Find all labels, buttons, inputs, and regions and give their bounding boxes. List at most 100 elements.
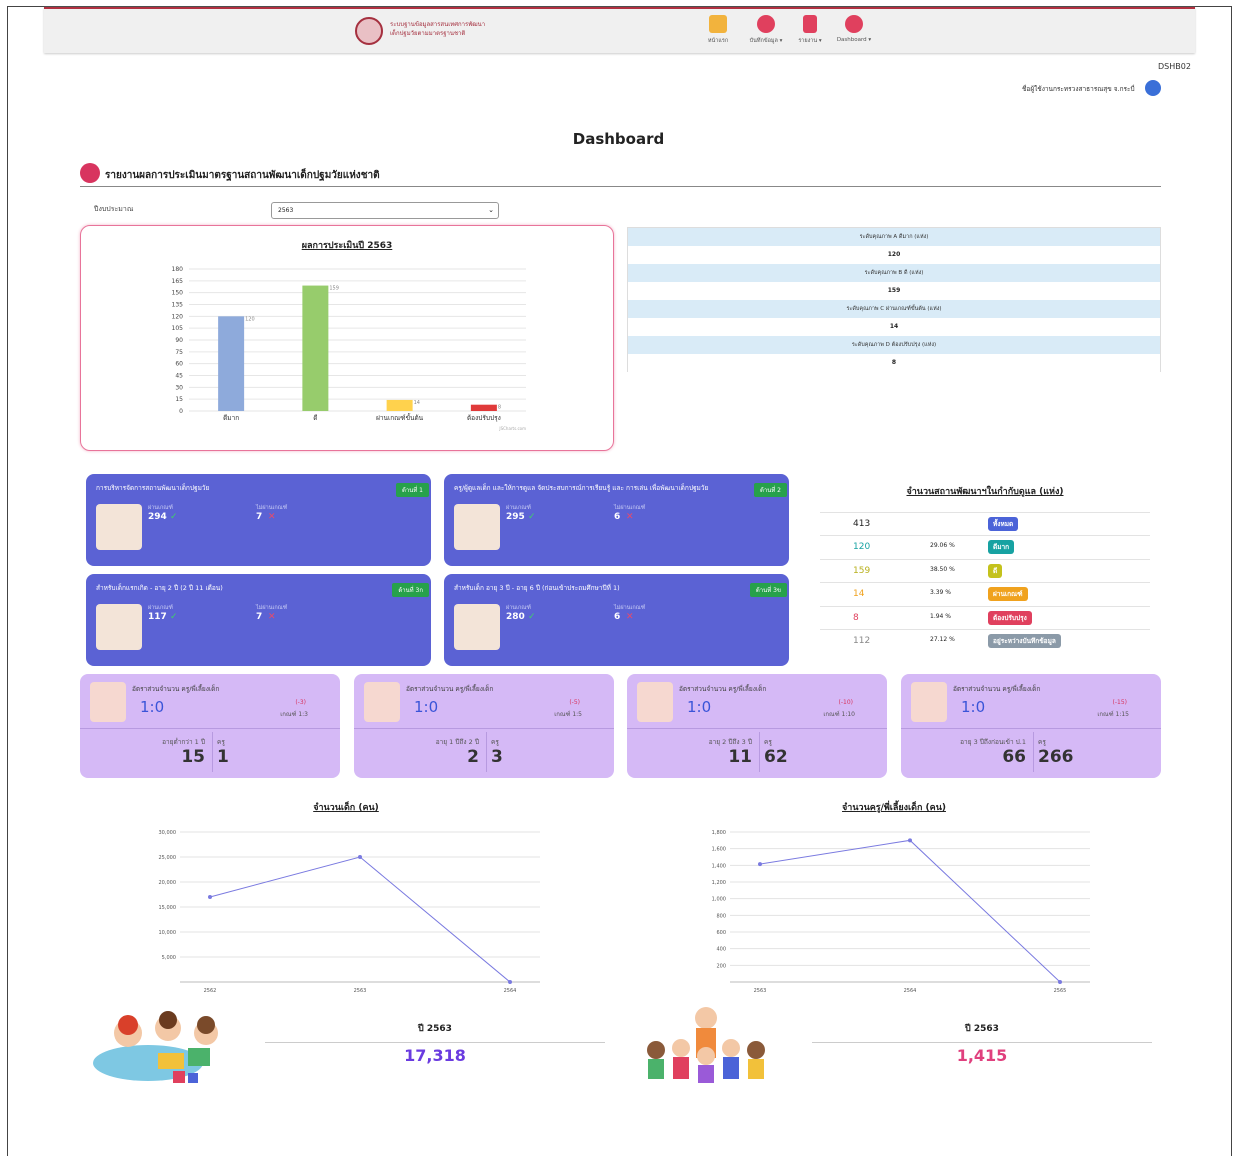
bar[interactable] bbox=[302, 285, 329, 411]
domain-title: สำหรับเด็ก อายุ 3 ปี - อายุ 6 ปี (ก่อนเข… bbox=[454, 584, 620, 592]
fiscal-year-label: ปีงบประมาณ bbox=[94, 205, 134, 213]
child-avatar-icon bbox=[96, 504, 142, 550]
ratio-divider bbox=[80, 728, 340, 729]
home-icon bbox=[709, 15, 727, 33]
y-tick-label: 1,400 bbox=[712, 863, 726, 869]
child-avatar-icon bbox=[364, 682, 400, 722]
series-line bbox=[209, 856, 511, 983]
ratio-standard: เกณฑ์ 1:5 bbox=[554, 711, 582, 718]
pass-value: 280 bbox=[506, 612, 525, 622]
system-name: ระบบฐานข้อมูลสารสนเทศการพัฒนา เด็กปฐมวัย… bbox=[390, 20, 540, 38]
child-avatar-icon bbox=[454, 604, 500, 650]
domain-card[interactable]: สำหรับเด็ก อายุ 3 ปี - อายุ 6 ปี (ก่อนเข… bbox=[444, 574, 789, 666]
page-title: Dashboard bbox=[572, 130, 665, 148]
fail-label: ไม่ผ่านเกณฑ์ bbox=[614, 505, 646, 511]
y-tick-label: 800 bbox=[716, 913, 726, 919]
nav-record[interactable]: บันทึกข้อมูล ▾ bbox=[744, 15, 788, 45]
x-tick-label: 2563 bbox=[754, 988, 767, 994]
kids-chart-title: จำนวนเด็ก (คน) bbox=[313, 803, 379, 813]
domain-badge: ด้านที่ 3ข bbox=[749, 583, 787, 597]
ratio-card: อัตราส่วนจำนวน ครู/พี่เลี้ยงเด็ก 1:0 (-5) เ… bbox=[354, 674, 614, 778]
count-row: 413 ทั้งหมด bbox=[820, 512, 1150, 535]
y-tick-label: 15 bbox=[175, 396, 183, 403]
y-tick-label: 5,000 bbox=[162, 955, 176, 961]
bar[interactable] bbox=[470, 404, 497, 411]
y-tick-label: 105 bbox=[172, 325, 184, 332]
nav-dashboard[interactable]: Dashboard ▾ bbox=[832, 15, 876, 43]
child-avatar-icon bbox=[911, 682, 947, 722]
fail-label: ไม่ผ่านเกณฑ์ bbox=[256, 605, 288, 611]
user-name[interactable]: ชื่อผู้ใช้งานกระทรวงสาธารณสุข จ.กระบี่ bbox=[1022, 84, 1135, 94]
teachers-year-label: ปี 2563 bbox=[965, 1024, 999, 1034]
y-tick-label: 45 bbox=[175, 373, 183, 380]
domain-card[interactable]: การบริหารจัดการสถานพัฒนาเด็กปฐมวัย ด้านที… bbox=[86, 474, 431, 566]
fiscal-year-select[interactable]: 2563 ⌄ bbox=[271, 202, 499, 219]
status-badge[interactable]: ดีมาก bbox=[988, 540, 1015, 555]
y-tick-label: 200 bbox=[716, 963, 726, 969]
fail-value: 7 bbox=[256, 512, 263, 522]
nav-report[interactable]: รายงาน ▾ bbox=[788, 15, 832, 45]
bar[interactable] bbox=[386, 399, 413, 411]
kids-count: 15 bbox=[181, 747, 205, 767]
domain-card[interactable]: สำหรับเด็กแรกเกิด - อายุ 2 ปี (2 ปี 11 เ… bbox=[86, 574, 431, 666]
count-row: 14 3.39 % ผ่านเกณฑ์ bbox=[820, 582, 1150, 605]
data-point[interactable] bbox=[758, 862, 762, 867]
ratio-title: อัตราส่วนจำนวน ครู/พี่เลี้ยงเด็ก bbox=[132, 685, 220, 693]
y-tick-label: 60 bbox=[175, 361, 183, 368]
count-number: 8 bbox=[853, 612, 859, 623]
status-badge[interactable]: ผ่านเกณฑ์ bbox=[988, 587, 1028, 602]
fail-value: 6 bbox=[614, 512, 621, 522]
section-header: รายงานผลการประเมินมาตรฐานสถานพัฒนาเด็กปฐ… bbox=[80, 163, 1161, 187]
count-number: 159 bbox=[853, 565, 871, 576]
status-badge[interactable]: ต้องปรับปรุง bbox=[988, 610, 1032, 625]
nav-home[interactable]: หน้าแรก bbox=[696, 15, 740, 45]
x-category-label: ดี bbox=[313, 414, 317, 422]
ratio-standard: เกณฑ์ 1:3 bbox=[280, 711, 308, 718]
ratio-value: 1:0 bbox=[140, 698, 165, 716]
pass-check-icon: ✓ bbox=[528, 612, 536, 622]
report-icon bbox=[803, 15, 817, 33]
user-avatar-icon[interactable] bbox=[1145, 80, 1161, 96]
quality-value: 14 bbox=[628, 318, 1160, 336]
ratio-title: อัตราส่วนจำนวน ครู/พี่เลี้ยงเด็ก bbox=[953, 685, 1041, 693]
kids-count: 66 bbox=[1002, 747, 1026, 767]
ratio-card: อัตราส่วนจำนวน ครู/พี่เลี้ยงเด็ก 1:0 (-10)… bbox=[627, 674, 887, 778]
data-point[interactable] bbox=[358, 855, 362, 859]
fail-value: 7 bbox=[256, 612, 263, 622]
y-tick-label: 150 bbox=[172, 290, 184, 297]
status-badge[interactable]: อยู่ระหว่างบันทึกข้อมูล bbox=[988, 634, 1061, 648]
count-percent: 29.06 % bbox=[930, 542, 955, 550]
pass-check-icon: ✓ bbox=[170, 512, 178, 522]
teacher-count: 62 bbox=[764, 747, 788, 767]
x-category-label: ผ่านเกณฑ์ขั้นต้น bbox=[376, 413, 424, 422]
ratio-divider bbox=[901, 728, 1161, 729]
x-tick-label: 2565 bbox=[1054, 988, 1067, 994]
domain-card[interactable]: ครู/ผู้ดูแลเด็ก และให้การดูแล จัดประสบกา… bbox=[444, 474, 789, 566]
status-badge[interactable]: ทั้งหมด bbox=[988, 517, 1019, 531]
ministry-logo[interactable] bbox=[355, 17, 383, 45]
domain-badge: ด้านที่ 3ก bbox=[392, 583, 429, 597]
kids-divider bbox=[265, 1042, 605, 1043]
domain-badge: ด้านที่ 2 bbox=[753, 483, 787, 497]
status-badge[interactable]: ดี bbox=[988, 563, 1003, 578]
ratio-card: อัตราส่วนจำนวน ครู/พี่เลี้ยงเด็ก 1:0 (-3) เ… bbox=[80, 674, 340, 778]
data-point[interactable] bbox=[908, 838, 912, 843]
count-row: 8 1.94 % ต้องปรับปรุง bbox=[820, 605, 1150, 629]
data-point[interactable] bbox=[508, 980, 512, 984]
children-group-illustration bbox=[647, 1007, 765, 1083]
pie-chart-icon bbox=[845, 15, 863, 33]
bar[interactable] bbox=[218, 316, 245, 411]
fiscal-year-value: 2563 bbox=[278, 207, 294, 214]
ratio-vdivider bbox=[212, 732, 213, 772]
teachers-line-chart: 200 400 600 800 1,000 1,200 1,400 1,600 1,800 256… bbox=[712, 830, 1090, 994]
y-tick-label: 135 bbox=[172, 302, 184, 309]
page-code: DSHB02 bbox=[1158, 62, 1191, 71]
data-point[interactable] bbox=[208, 895, 212, 899]
ratio-vdivider bbox=[1033, 732, 1034, 772]
y-tick-label: 15,000 bbox=[159, 905, 177, 911]
data-point[interactable] bbox=[1058, 980, 1062, 984]
fail-cross-icon: ✕ bbox=[626, 612, 634, 622]
y-tick-label: 20,000 bbox=[159, 880, 177, 886]
y-tick-label: 30 bbox=[175, 384, 183, 391]
teacher-count: 1 bbox=[217, 747, 229, 767]
